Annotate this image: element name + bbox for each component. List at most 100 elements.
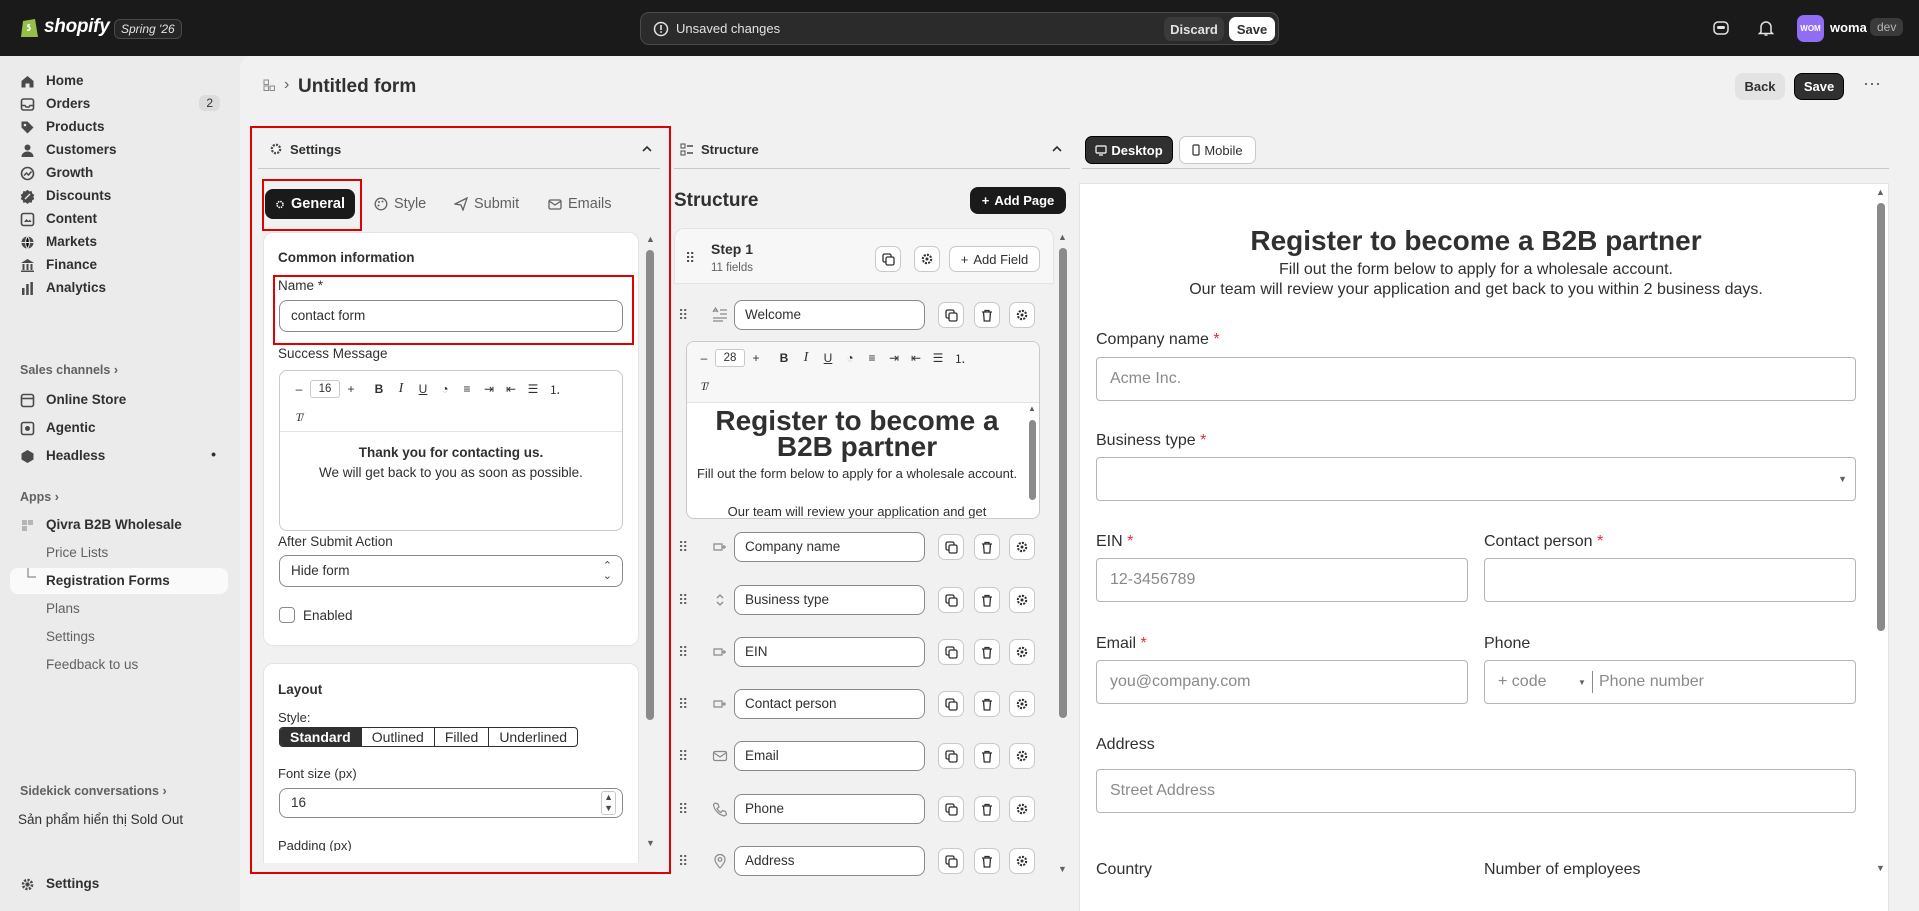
clear-format-icon[interactable]: T̸: [288, 407, 310, 427]
bold-icon[interactable]: B: [368, 379, 390, 399]
sidekick-icon[interactable]: [1712, 19, 1730, 37]
field-settings-button[interactable]: [1009, 796, 1035, 822]
duplicate-field-button[interactable]: [938, 302, 964, 328]
collapse-chevron-icon[interactable]: [641, 144, 653, 154]
bullet-list-icon[interactable]: ☰: [927, 348, 949, 368]
delete-field-button[interactable]: [974, 848, 1000, 874]
structure-scrollbar[interactable]: ▲ ▼: [1057, 230, 1069, 878]
duplicate-field-button[interactable]: [938, 796, 964, 822]
drag-handle-icon[interactable]: ⠿: [678, 307, 692, 323]
delete-field-button[interactable]: [974, 302, 1000, 328]
sidekick-conversation-item[interactable]: Sản phẩm hiển thị Sold Out: [18, 812, 183, 827]
tab-style[interactable]: Style: [364, 189, 436, 219]
scroll-down-icon[interactable]: ▼: [1058, 864, 1067, 874]
desktop-view-button[interactable]: Desktop: [1085, 136, 1173, 164]
save-button[interactable]: Save: [1794, 73, 1844, 100]
phone-code-select[interactable]: + code: [1498, 673, 1546, 691]
company-name-input[interactable]: Acme Inc.: [1096, 357, 1856, 401]
duplicate-field-button[interactable]: [938, 848, 964, 874]
tab-general[interactable]: General: [265, 189, 355, 219]
editor-scrollbar-thumb[interactable]: [1029, 420, 1036, 500]
sidebar-item-agentic[interactable]: Agentic: [10, 415, 228, 441]
outdent-icon[interactable]: ⇤: [905, 348, 927, 368]
style-option-underlined[interactable]: Underlined: [489, 728, 577, 746]
style-option-outlined[interactable]: Outlined: [362, 728, 435, 746]
drag-handle-icon[interactable]: ⠿: [678, 748, 692, 764]
drag-handle-icon[interactable]: ⠿: [678, 592, 692, 608]
field-label-input[interactable]: Welcome: [734, 300, 925, 330]
field-label-input[interactable]: Email: [734, 741, 925, 771]
sidebar-item-settings[interactable]: Settings: [10, 871, 228, 897]
underline-icon[interactable]: U: [412, 379, 434, 399]
drag-handle-icon[interactable]: ⠿: [678, 853, 692, 869]
preview-scrollbar[interactable]: ▲ ▼: [1875, 185, 1887, 877]
delete-field-button[interactable]: [974, 534, 1000, 560]
field-settings-button[interactable]: [1009, 302, 1035, 328]
welcome-line1[interactable]: Fill out the form below to apply for a w…: [695, 464, 1019, 483]
duplicate-field-button[interactable]: [938, 639, 964, 665]
sidebar-item-plans[interactable]: Plans: [10, 596, 228, 622]
delete-field-button[interactable]: [974, 587, 1000, 613]
duplicate-field-button[interactable]: [938, 587, 964, 613]
field-label-input[interactable]: EIN: [734, 637, 925, 667]
step-settings-button[interactable]: [914, 246, 940, 272]
scroll-up-icon[interactable]: ▲: [646, 234, 655, 244]
field-label-input[interactable]: Business type: [734, 585, 925, 615]
scroll-up-icon[interactable]: ▲: [1058, 232, 1067, 242]
success-message-line2[interactable]: We will get back to you as soon as possi…: [280, 465, 622, 480]
welcome-heading[interactable]: Register to become a B2B partner: [695, 407, 1019, 461]
tab-submit[interactable]: Submit: [444, 189, 529, 219]
after-submit-select[interactable]: Hide form ⌃ ⌄: [279, 555, 623, 587]
duplicate-step-button[interactable]: [875, 246, 901, 272]
duplicate-field-button[interactable]: [938, 691, 964, 717]
decrease-font-icon[interactable]: –: [693, 348, 715, 368]
mobile-view-button[interactable]: Mobile: [1179, 136, 1256, 164]
add-field-button[interactable]: + Add Field: [949, 246, 1040, 272]
color-icon[interactable]: ◔: [839, 348, 861, 368]
field-settings-button[interactable]: [1009, 691, 1035, 717]
contact-person-input[interactable]: [1484, 558, 1856, 602]
avatar[interactable]: WOM: [1797, 15, 1824, 42]
step-title[interactable]: Step 1: [711, 241, 753, 257]
ein-input[interactable]: 12-3456789: [1096, 558, 1468, 602]
underline-icon[interactable]: U: [817, 348, 839, 368]
shopify-logo-icon[interactable]: [20, 15, 40, 39]
font-size-input[interactable]: 16 ▲ ▼: [279, 788, 623, 818]
bell-icon[interactable]: [1757, 19, 1775, 37]
drag-handle-icon[interactable]: ⠿: [678, 696, 692, 712]
business-type-select[interactable]: ▼: [1096, 457, 1856, 501]
scroll-up-icon[interactable]: ▲: [1028, 404, 1036, 413]
italic-icon[interactable]: I: [795, 348, 817, 368]
delete-field-button[interactable]: [974, 796, 1000, 822]
scroll-down-icon[interactable]: ▼: [1876, 863, 1885, 873]
align-icon[interactable]: ≡: [456, 379, 478, 399]
numbered-list-icon[interactable]: ⒈: [544, 379, 566, 399]
italic-icon[interactable]: I: [390, 379, 412, 399]
bullet-list-icon[interactable]: ☰: [522, 379, 544, 399]
field-label-input[interactable]: Phone: [734, 794, 925, 824]
font-size-input[interactable]: 28: [715, 349, 745, 367]
align-icon[interactable]: ≡: [861, 348, 883, 368]
field-settings-button[interactable]: [1009, 848, 1035, 874]
sidebar-item-app-settings[interactable]: Settings: [10, 624, 228, 650]
scroll-down-icon[interactable]: ▼: [646, 838, 655, 848]
brand-name[interactable]: shopify: [44, 16, 110, 38]
indent-icon[interactable]: ⇥: [478, 379, 500, 399]
add-page-button[interactable]: + Add Page: [970, 187, 1066, 214]
sidebar-item-qivra-app[interactable]: Qivra B2B Wholesale: [10, 512, 228, 538]
indent-icon[interactable]: ⇥: [883, 348, 905, 368]
back-button[interactable]: Back: [1735, 73, 1785, 100]
sidekick-heading[interactable]: Sidekick conversations ›: [20, 784, 167, 798]
style-option-filled[interactable]: Filled: [435, 728, 490, 746]
sidebar-item-registration-forms[interactable]: Registration Forms: [10, 568, 228, 594]
outdent-icon[interactable]: ⇤: [500, 379, 522, 399]
drag-handle-icon[interactable]: ⠿: [678, 644, 692, 660]
field-label-input[interactable]: Company name: [734, 532, 925, 562]
field-settings-button[interactable]: [1009, 534, 1035, 560]
tab-emails[interactable]: Emails: [538, 189, 622, 219]
scroll-up-icon[interactable]: ▲: [1876, 187, 1885, 197]
sidebar-item-headless[interactable]: Headless •: [10, 443, 228, 469]
delete-field-button[interactable]: [974, 639, 1000, 665]
success-message-line1[interactable]: Thank you for contacting us.: [280, 445, 622, 460]
sidebar-item-analytics[interactable]: Analytics: [10, 275, 228, 301]
